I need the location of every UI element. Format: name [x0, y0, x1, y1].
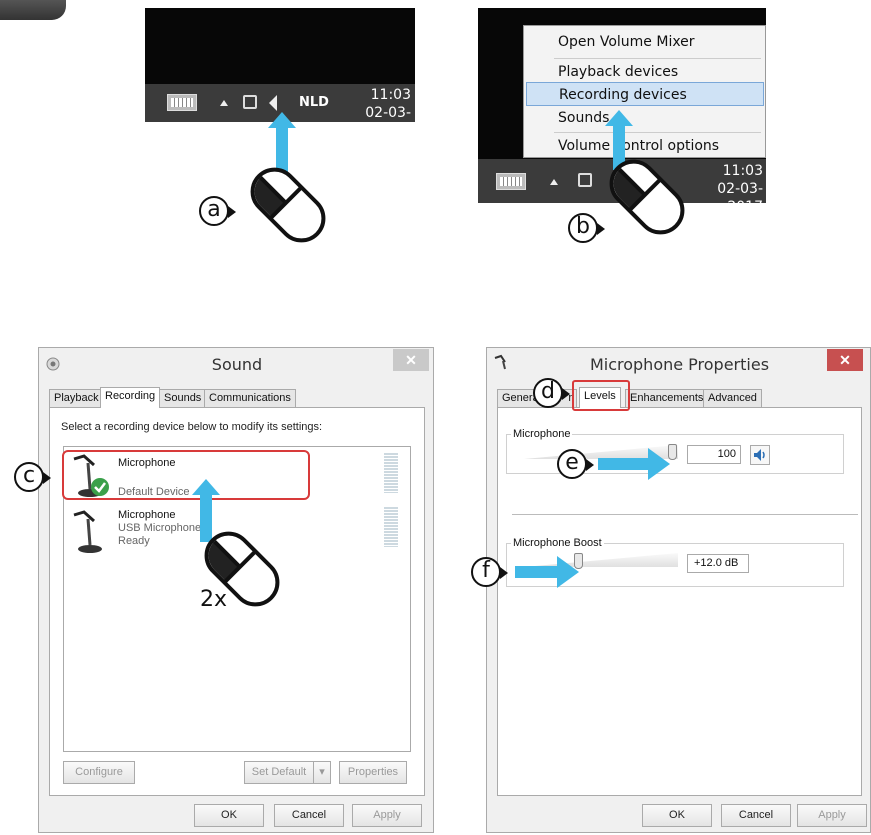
clock-time: 11:03 [370, 87, 411, 103]
show-hidden-icons-icon[interactable] [220, 100, 228, 106]
device-description: USB Microphone [118, 522, 202, 534]
tab-levels[interactable]: Levels [579, 387, 621, 408]
apply-button[interactable]: Apply [797, 804, 867, 827]
arrow-right-icon [648, 448, 670, 480]
cancel-button[interactable]: Cancel [721, 804, 791, 827]
set-default-dropdown[interactable]: ▾ [313, 761, 331, 784]
tab-enhancements[interactable]: Enhancements [625, 389, 709, 408]
step-badge-d: d [533, 378, 570, 408]
menu-item-recording-devices[interactable]: Recording devices [526, 82, 764, 106]
menu-item-playback-devices[interactable]: Playback devices [534, 60, 764, 84]
ok-button[interactable]: OK [642, 804, 712, 827]
divider [512, 514, 858, 515]
step-badge-b: b [568, 213, 605, 243]
speaker-icon[interactable] [269, 95, 277, 111]
microphone-level-field[interactable]: 100 [687, 445, 741, 464]
keyboard-icon[interactable] [496, 173, 526, 190]
corner-tab [0, 0, 66, 20]
menu-item-open-volume-mixer[interactable]: Open Volume Mixer [534, 30, 764, 54]
clock-date: 02-03-2017 [365, 105, 411, 139]
level-meter [384, 507, 398, 547]
tab-advanced[interactable]: Advanced [703, 389, 762, 408]
tab-communications[interactable]: Communications [204, 389, 296, 408]
tab-pane: Microphone 100 Microphone Boost +12.0 dB [497, 407, 862, 796]
boost-level-field[interactable]: +12.0 dB [687, 554, 749, 573]
arrow-shaft [515, 566, 557, 578]
network-icon[interactable] [578, 173, 592, 187]
keyboard-icon[interactable] [167, 94, 197, 111]
close-button[interactable]: ✕ [827, 349, 863, 371]
device-name: Microphone [118, 509, 176, 521]
arrow-up-icon [192, 479, 220, 495]
configure-button[interactable]: Configure [63, 761, 135, 784]
arrow-shaft [598, 458, 648, 470]
show-hidden-icons-icon[interactable] [550, 179, 558, 185]
step-badge-e: e [557, 449, 594, 479]
dialog-title: Sound [211, 355, 263, 374]
properties-button[interactable]: Properties [339, 761, 407, 784]
device-status: Ready [118, 535, 150, 547]
menu-separator [554, 58, 761, 59]
group-label: Microphone [511, 428, 573, 440]
network-icon[interactable] [243, 95, 257, 109]
menu-item-sounds[interactable]: Sounds [534, 106, 764, 130]
set-default-button[interactable]: Set Default [244, 761, 314, 784]
volume-icon[interactable] [750, 445, 770, 465]
step-badge-a: a [199, 196, 236, 226]
level-meter [384, 453, 398, 493]
dialog-title: Microphone Properties [589, 355, 770, 374]
desktop-screen-left [145, 8, 415, 84]
step-badge-f: f [471, 557, 508, 587]
ok-button[interactable]: OK [194, 804, 264, 827]
instruction-text: Select a recording device below to modif… [61, 421, 323, 433]
group-label: Microphone Boost [511, 537, 604, 549]
apply-button[interactable]: Apply [352, 804, 422, 827]
step-badge-c: c [14, 462, 51, 492]
tab-playback[interactable]: Playback [49, 389, 104, 408]
arrow-up-icon [605, 110, 633, 126]
tab-recording[interactable]: Recording [100, 387, 161, 408]
mouse-icon [250, 167, 326, 243]
volume-context-menu: Open Volume Mixer Playback devices Recor… [523, 25, 766, 158]
cancel-button[interactable]: Cancel [274, 804, 344, 827]
arrow-right-icon [557, 556, 579, 588]
close-button[interactable]: ✕ [393, 349, 429, 371]
language-indicator[interactable]: NLD [299, 95, 329, 110]
arrow-up-icon [268, 112, 296, 128]
menu-separator [554, 132, 761, 133]
microphone-icon [73, 510, 102, 553]
double-click-label: 2x [200, 587, 228, 612]
tab-sounds[interactable]: Sounds [159, 389, 207, 408]
clock[interactable]: 11:03 02-03-2017 [333, 86, 411, 140]
default-device-highlight [62, 450, 310, 500]
mouse-icon [609, 159, 685, 235]
microphone-properties-dialog: Microphone Properties ✕ Genera r Levels … [486, 347, 871, 833]
